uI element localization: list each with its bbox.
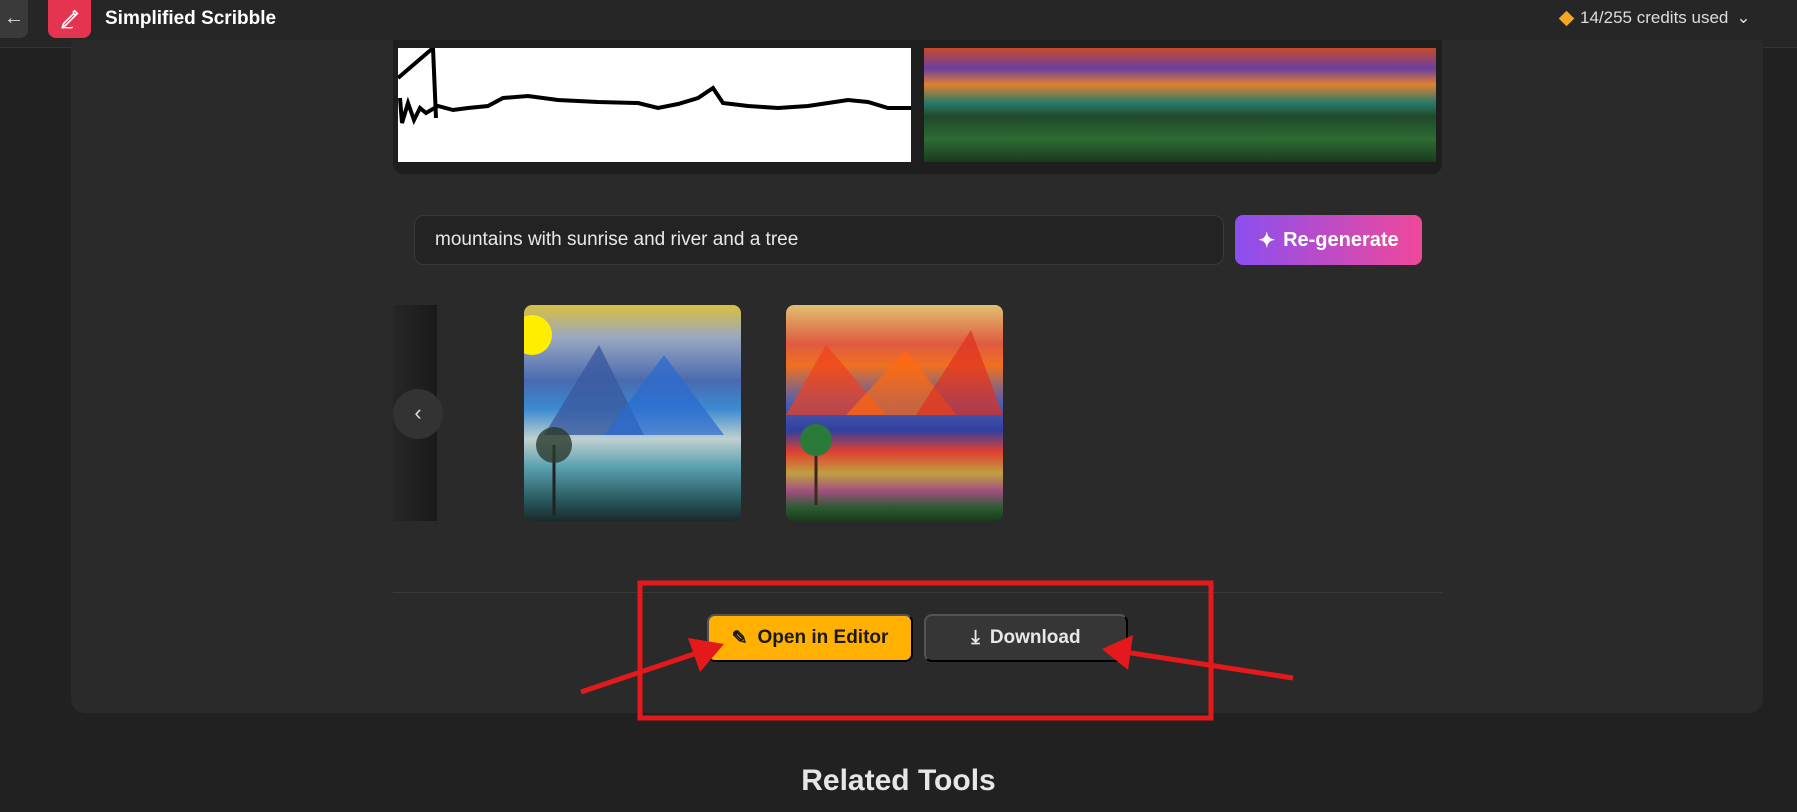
chevron-down-icon: ⌄ — [1736, 8, 1751, 27]
pencil-icon: ✎ — [731, 627, 748, 649]
chevron-left-icon: ‹ — [414, 400, 422, 425]
related-tools-heading: Related Tools — [801, 764, 996, 797]
generated-preview-image — [924, 48, 1436, 162]
arrow-left-icon: ← — [4, 7, 24, 29]
diamond-icon — [1558, 10, 1575, 26]
sketch-image — [396, 46, 911, 162]
app-logo — [48, 0, 91, 38]
result-thumbnail[interactable] — [786, 305, 1003, 521]
credits-label: 14/255 credits used — [1580, 8, 1729, 27]
prompt-input[interactable]: mountains with sunrise and river and a t… — [414, 215, 1224, 265]
credits-dropdown[interactable]: 14/255 credits used ⌄ — [1558, 8, 1751, 28]
open-in-editor-button[interactable]: ✎ Open in Editor — [707, 614, 913, 662]
regenerate-button[interactable]: ✦ Re-generate — [1235, 215, 1422, 265]
carousel-prev-button[interactable]: ‹ — [393, 389, 443, 439]
download-button[interactable]: ⤓ Download — [924, 614, 1128, 662]
download-label: Download — [989, 627, 1081, 648]
pen-icon — [60, 9, 79, 29]
regenerate-label: Re-generate — [1283, 228, 1399, 251]
sparkles-icon: ✦ — [1258, 229, 1276, 252]
app-title: Simplified Scribble — [105, 8, 277, 29]
back-button[interactable]: ← — [0, 0, 28, 38]
result-thumbnail[interactable] — [524, 305, 741, 521]
open-in-editor-label: Open in Editor — [757, 627, 889, 648]
download-icon: ⤓ — [971, 627, 980, 648]
divider — [393, 592, 1442, 593]
